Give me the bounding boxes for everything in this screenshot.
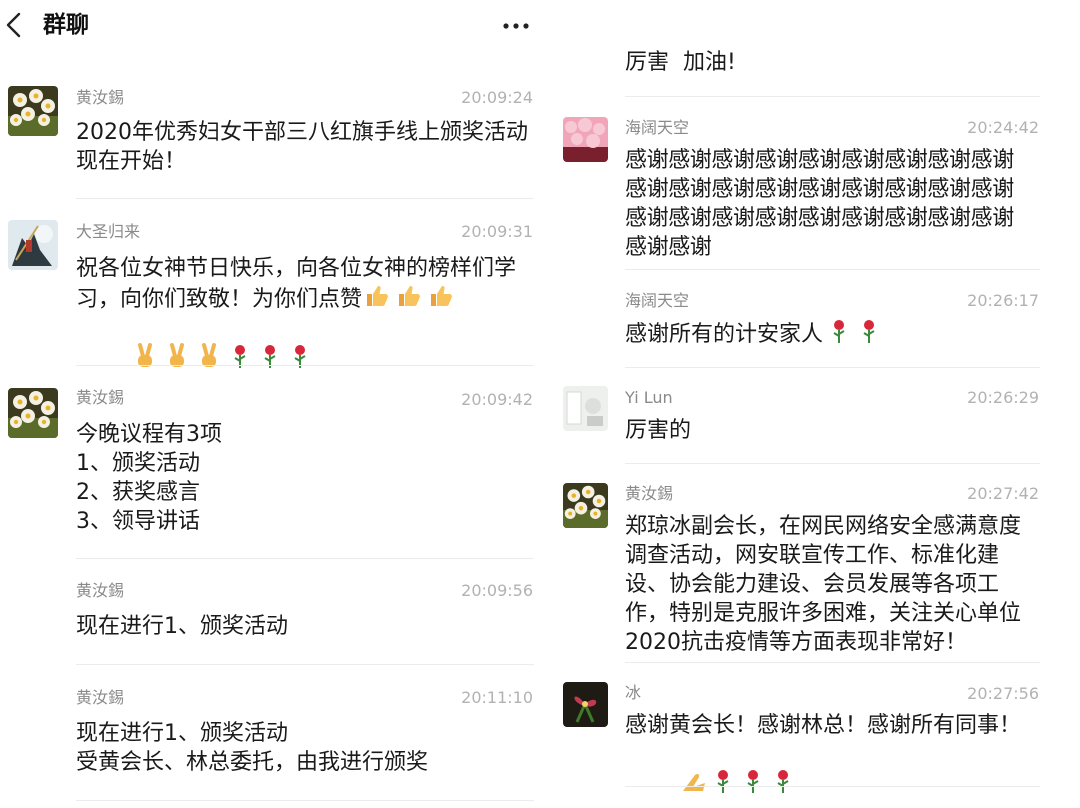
white-room-avatar-image: [563, 386, 608, 431]
rose-icon: [857, 318, 881, 352]
rose-icon: [827, 318, 851, 352]
chat-screen: 群聊 黄汝錫 20:09:24 2020年优秀妇女干部三八红旗手线上颁奖活动现在…: [0, 0, 1080, 808]
message-time: 20:26:29: [967, 388, 1039, 407]
chat-message[interactable]: Yi Lun 20:26:29 厉害的: [548, 368, 1080, 463]
monkey-king-avatar-image: [8, 220, 58, 270]
chat-message[interactable]: 黄汝錫 20:09:56 现在进行1、颁奖活动: [0, 559, 545, 664]
chat-message[interactable]: 黄汝錫 20:09:24 2020年优秀妇女干部三八红旗手线上颁奖活动现在开始！: [0, 0, 545, 200]
chat-message[interactable]: 海阔天空 20:26:17 感谢所有的计安家人: [548, 270, 1080, 367]
sender-name[interactable]: 黄汝錫: [625, 484, 673, 504]
sender-name[interactable]: 黄汝錫: [76, 88, 124, 108]
chat-message[interactable]: 黄汝錫 20:11:10 现在进行1、颁奖活动 受黄会长、林总委托，由我进行颁奖: [0, 665, 545, 808]
rose-icon: [711, 768, 735, 802]
sender-name[interactable]: 黄汝錫: [76, 388, 124, 408]
sender-name[interactable]: 海阔天空: [625, 291, 689, 311]
message-text: 2020年优秀妇女干部三八红旗手线上颁奖活动现在开始！: [76, 120, 528, 174]
message-text: 感谢感谢感谢感谢感谢感谢感谢感谢感谢感谢感谢感谢感谢感谢感谢感谢感谢感谢感谢感谢…: [625, 148, 1014, 260]
thumbs-up-icon: [428, 283, 454, 317]
avatar-white-room[interactable]: [563, 386, 608, 431]
chat-message[interactable]: 厉害 加油!: [548, 0, 1080, 96]
message-divider: [76, 198, 534, 199]
chat-message[interactable]: 黄汝錫 20:27:42 郑琼冰副会长，在网民网络安全感满意度调查活动，网安联宣…: [548, 464, 1080, 662]
avatar-monkey-king[interactable]: [8, 220, 58, 270]
message-text: 厉害 加油!: [625, 50, 736, 75]
message-text: 感谢所有的计安家人: [625, 318, 1045, 352]
chat-message[interactable]: 冰 20:27:56 感谢黄会长！感谢林总！感谢所有同事！: [548, 663, 1080, 793]
message-text: 现在进行1、颁奖活动: [76, 614, 288, 639]
message-time: 20:24:42: [967, 118, 1039, 137]
avatar-pink-blossom[interactable]: [563, 117, 608, 162]
message-time: 20:26:17: [967, 291, 1039, 310]
message-time: 20:09:56: [461, 581, 533, 600]
right-chat-column: 厉害 加油! 海阔天空 20:24:42 感谢感谢感谢感谢感谢感谢感谢感谢感谢感…: [548, 0, 1080, 808]
message-time: 20:27:56: [967, 684, 1039, 703]
message-text: 感谢黄会长！感谢林总！感谢所有同事！: [625, 713, 1022, 738]
message-text-body: 感谢所有的计安家人: [625, 322, 824, 347]
emoji-line: [625, 739, 1045, 808]
message-time: 20:09:42: [461, 390, 533, 409]
chat-message[interactable]: 海阔天空 20:24:42 感谢感谢感谢感谢感谢感谢感谢感谢感谢感谢感谢感谢感谢…: [548, 97, 1080, 269]
sender-name[interactable]: 黄汝錫: [76, 688, 124, 708]
orchid-avatar-image: [563, 682, 608, 727]
thumbs-up-icon: [364, 283, 390, 317]
message-text: 现在进行1、颁奖活动 受黄会长、林总委托，由我进行颁奖: [76, 721, 429, 775]
message-text: 今晚议程有3项 1、颁奖活动 2、获奖感言 3、领导讲话: [76, 422, 222, 534]
daffodil-avatar-image: [8, 86, 58, 136]
avatar-orchid[interactable]: [563, 682, 608, 727]
rose-icon: [741, 768, 765, 802]
left-chat-column: 群聊 黄汝錫 20:09:24 2020年优秀妇女干部三八红旗手线上颁奖活动现在…: [0, 0, 545, 808]
sender-name[interactable]: 冰: [625, 683, 641, 703]
daffodil-avatar-image: [8, 388, 58, 438]
message-time: 20:27:42: [967, 484, 1039, 503]
message-time: 20:09:24: [461, 88, 533, 107]
avatar-daffodil[interactable]: [8, 86, 58, 136]
avatar-daffodil[interactable]: [8, 388, 58, 438]
chat-message[interactable]: 大圣归来 20:09:31 祝各位女神节日快乐，向各位女神的榜样们学习，向你们致…: [0, 200, 545, 368]
message-time: 20:09:31: [461, 222, 533, 241]
daffodil-avatar-image: [563, 483, 608, 528]
sender-name[interactable]: 黄汝錫: [76, 581, 124, 601]
message-text: 郑琼冰副会长，在网民网络安全感满意度调查活动，网安联宣传工作、标准化建设、协会能…: [625, 514, 1022, 655]
message-divider: [625, 786, 1040, 787]
rose-icon: [771, 768, 795, 802]
sender-name[interactable]: 大圣归来: [76, 222, 140, 242]
sender-name[interactable]: 海阔天空: [625, 118, 689, 138]
chat-message[interactable]: 黄汝錫 20:09:42 今晚议程有3项 1、颁奖活动 2、获奖感言 3、领导讲…: [0, 366, 545, 558]
pink-blossom-avatar-image: [563, 117, 608, 162]
sender-name[interactable]: Yi Lun: [625, 388, 673, 408]
avatar-daffodil[interactable]: [563, 483, 608, 528]
message-divider: [76, 800, 534, 801]
message-text: 厉害的: [625, 418, 692, 443]
thumbs-up-icon: [396, 283, 422, 317]
folded-hands-icon: [681, 769, 707, 801]
message-text: 祝各位女神节日快乐，向各位女神的榜样们学习，向你们致敬！为你们点赞: [76, 254, 538, 317]
message-time: 20:11:10: [461, 688, 533, 707]
